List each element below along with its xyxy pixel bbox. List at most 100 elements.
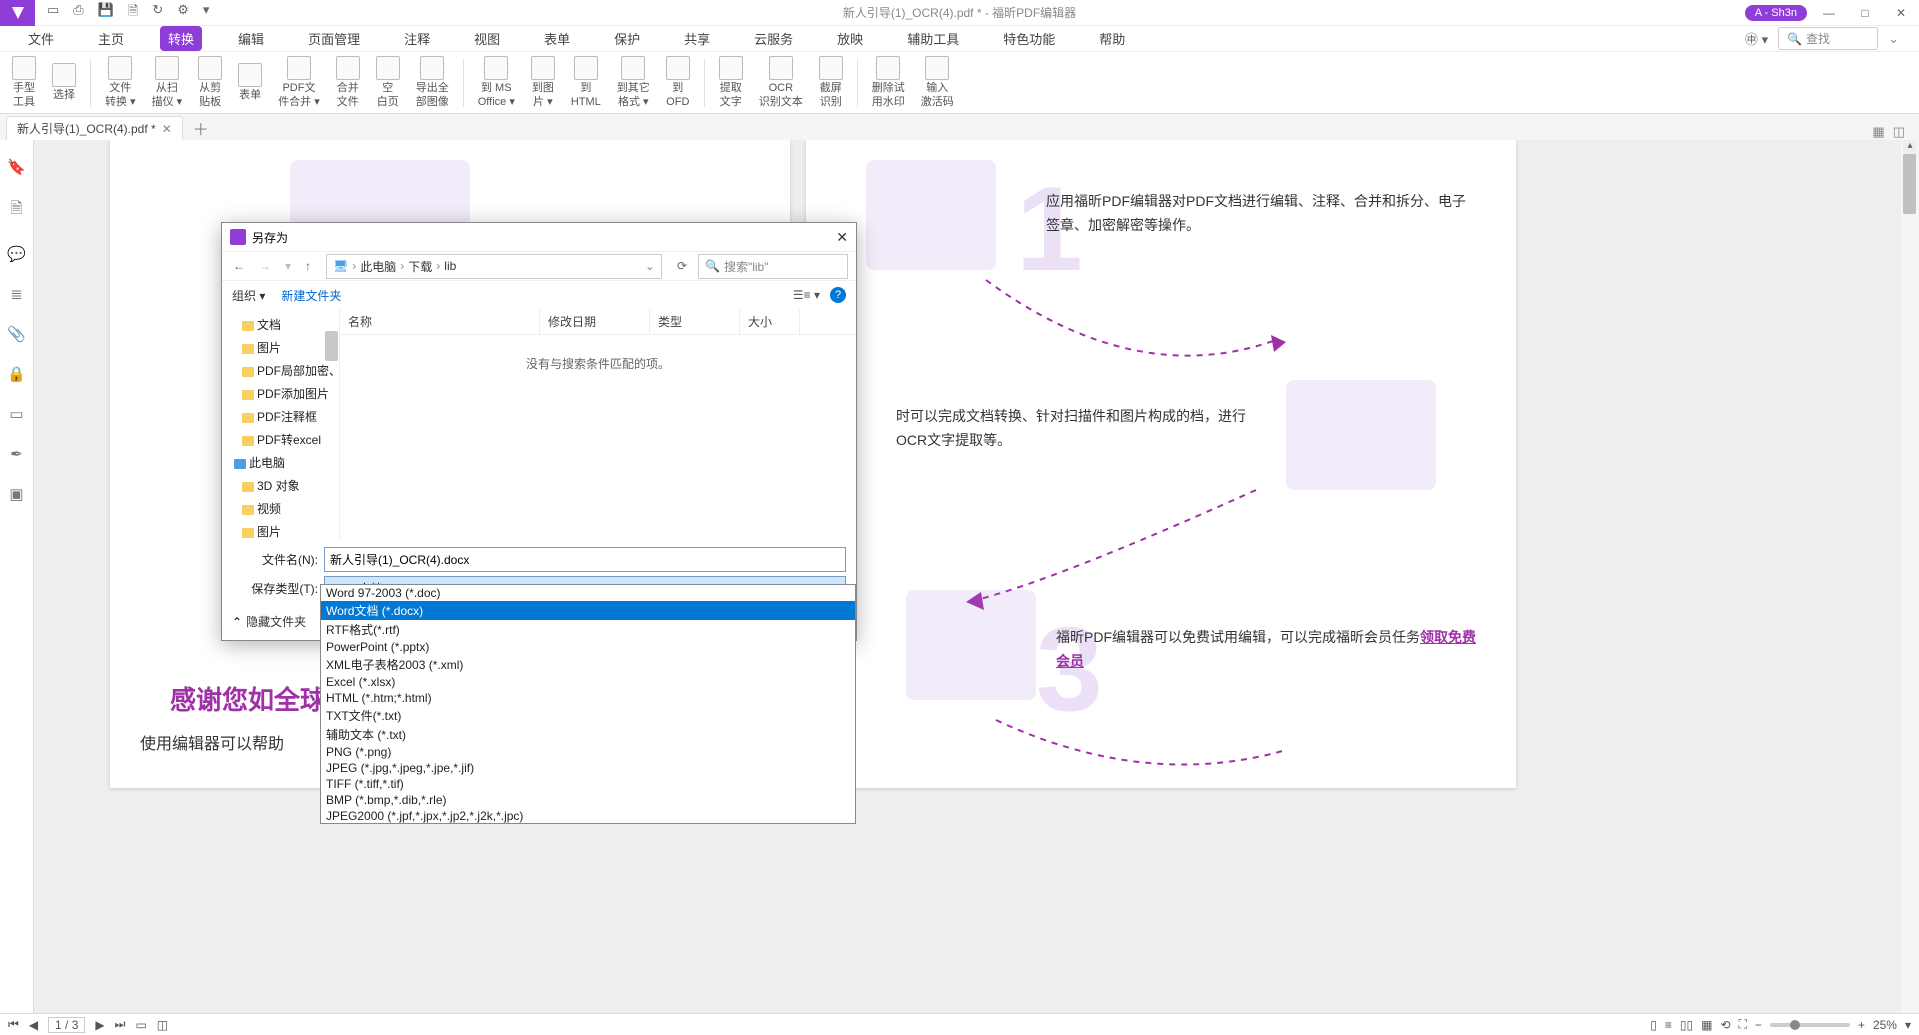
ribbon-button[interactable]: 合并 文件: [330, 54, 366, 112]
dialog-search[interactable]: 🔍 搜索"lib": [698, 254, 848, 279]
fullscreen-icon[interactable]: ⛶: [1739, 1017, 1747, 1032]
ribbon-button[interactable]: 到 MS Office ▾: [472, 54, 521, 112]
last-page-icon[interactable]: ⏭: [115, 1017, 126, 1032]
tree-item[interactable]: PDF局部加密、F: [224, 359, 337, 382]
bookmark-icon[interactable]: 🔖: [7, 158, 26, 176]
filetype-option[interactable]: BMP (*.bmp,*.dib,*.rle): [321, 792, 855, 808]
filetype-option[interactable]: TIFF (*.tiff,*.tif): [321, 776, 855, 792]
first-page-icon[interactable]: ⏮: [8, 1017, 19, 1032]
filetype-option[interactable]: JPEG2000 (*.jpf,*.jpx,*.jp2,*.j2k,*.jpc): [321, 808, 855, 824]
zoom-in-icon[interactable]: +: [1858, 1018, 1865, 1032]
menu-主页[interactable]: 主页: [90, 26, 132, 51]
rotate-icon[interactable]: ⟲: [1720, 1018, 1730, 1032]
nav-icon[interactable]: ▭: [135, 1018, 146, 1032]
dialog-title-bar[interactable]: 另存为 ✕: [222, 223, 856, 251]
new-folder-button[interactable]: 新建文件夹: [281, 287, 341, 304]
menu-表单[interactable]: 表单: [536, 26, 578, 51]
zoom-dropdown-icon[interactable]: ▾: [1905, 1018, 1911, 1032]
user-badge[interactable]: A - Sh3n: [1745, 5, 1807, 21]
refresh-icon[interactable]: ⟳: [674, 259, 690, 273]
filetype-option[interactable]: PNG (*.png): [321, 744, 855, 760]
filetype-dropdown[interactable]: Word 97-2003 (*.doc)Word文档 (*.docx)RTF格式…: [320, 584, 856, 824]
tree-scrollbar-thumb[interactable]: [325, 331, 338, 361]
dialog-close-button[interactable]: ✕: [836, 229, 848, 246]
add-tab-button[interactable]: ＋: [193, 116, 209, 140]
menu-overflow-icon[interactable]: ⌄: [1888, 31, 1899, 47]
ribbon-button[interactable]: 手型 工具: [6, 54, 42, 112]
hide-folders-button[interactable]: 隐藏文件夹: [246, 613, 306, 630]
vertical-scrollbar[interactable]: ▴: [1901, 140, 1919, 1013]
ribbon-button[interactable]: 从扫 描仪 ▾: [146, 54, 189, 112]
ribbon-button[interactable]: 选择: [46, 54, 82, 112]
ribbon-button[interactable]: 提取 文字: [713, 54, 749, 112]
close-tab-icon[interactable]: ✕: [162, 122, 172, 136]
menu-辅助工具[interactable]: 辅助工具: [899, 26, 967, 51]
file-list[interactable]: 名称 修改日期 类型 大小 没有与搜索条件匹配的项。: [340, 309, 856, 541]
path-segment[interactable]: 此电脑: [360, 258, 396, 275]
tree-item[interactable]: 视频: [224, 497, 337, 520]
path-dropdown-icon[interactable]: ⌄: [645, 259, 655, 273]
organize-menu[interactable]: 组织 ▾: [232, 287, 265, 304]
nav-icon[interactable]: ◫: [157, 1018, 168, 1032]
scrollbar-thumb[interactable]: [1903, 154, 1916, 214]
filetype-option[interactable]: RTF格式(*.rtf): [321, 620, 855, 639]
stamp-icon[interactable]: ▣: [9, 485, 23, 503]
print-icon[interactable]: ⎙: [73, 2, 83, 24]
path-segment[interactable]: 下载: [408, 258, 432, 275]
tree-item[interactable]: 3D 对象: [224, 474, 337, 497]
more-icon[interactable]: ▾: [203, 2, 210, 24]
ribbon-button[interactable]: 文件 转换 ▾: [99, 54, 142, 112]
tree-item[interactable]: PDF转excel: [224, 428, 337, 451]
nav-up-icon[interactable]: ↑: [302, 259, 314, 273]
ribbon-button[interactable]: OCR 识别文本: [753, 54, 809, 112]
layers-icon[interactable]: ≣: [10, 285, 23, 303]
view-continuous-icon[interactable]: ≡: [1665, 1018, 1672, 1032]
filetype-option[interactable]: 辅助文本 (*.txt): [321, 725, 855, 744]
view-split-icon[interactable]: ◫: [1893, 124, 1905, 140]
folder-tree[interactable]: 文档图片PDF局部加密、FPDF添加图片PDF注释框PDF转excel此电脑3D…: [222, 309, 340, 541]
ribbon-button[interactable]: 截屏 识别: [813, 54, 849, 112]
menu-共享[interactable]: 共享: [676, 26, 718, 51]
menu-转换[interactable]: 转换: [160, 26, 202, 51]
zoom-slider[interactable]: [1770, 1023, 1850, 1027]
menu-页面管理[interactable]: 页面管理: [300, 26, 368, 51]
ribbon-button[interactable]: 到其它 格式 ▾: [611, 54, 656, 112]
tree-item[interactable]: 图片: [224, 336, 337, 359]
signature-icon[interactable]: ✒: [10, 445, 23, 463]
view-continuous-facing-icon[interactable]: ▦: [1701, 1018, 1712, 1032]
filetype-option[interactable]: HTML (*.htm;*.html): [321, 690, 855, 706]
menu-文件[interactable]: 文件: [20, 26, 62, 51]
tree-item[interactable]: PDF添加图片: [224, 382, 337, 405]
security-icon[interactable]: 🔒: [7, 365, 26, 383]
filename-input[interactable]: 新人引导(1)_OCR(4).docx: [324, 547, 846, 572]
menu-帮助[interactable]: 帮助: [1091, 26, 1133, 51]
filetype-option[interactable]: TXT文件(*.txt): [321, 706, 855, 725]
help-icon[interactable]: ?: [830, 287, 846, 303]
path-breadcrumb[interactable]: 🖥 › 此电脑 › 下载 › lib ⌄: [326, 254, 662, 279]
ribbon-button[interactable]: 删除试 用水印: [866, 54, 911, 112]
menu-视图[interactable]: 视图: [466, 26, 508, 51]
view-single-icon[interactable]: ▯: [1650, 1018, 1657, 1032]
filetype-option[interactable]: Word 97-2003 (*.doc): [321, 585, 855, 601]
filetype-option[interactable]: Word文档 (*.docx): [321, 601, 855, 620]
redo-icon[interactable]: ↻: [152, 2, 163, 24]
attachments-icon[interactable]: 📎: [7, 325, 26, 343]
comments-icon[interactable]: 💬: [7, 245, 26, 263]
ribbon-button[interactable]: PDF文 件合并 ▾: [272, 54, 326, 112]
document-tab[interactable]: 新人引导(1)_OCR(4).pdf * ✕: [6, 116, 183, 140]
menu-编辑[interactable]: 编辑: [230, 26, 272, 51]
prev-page-icon[interactable]: ◀: [29, 1018, 38, 1032]
language-icon[interactable]: ㊥ ▾: [1745, 29, 1768, 48]
view-facing-icon[interactable]: ▯▯: [1680, 1018, 1693, 1032]
collapse-icon[interactable]: ▴: [1903, 140, 1917, 154]
menu-保护[interactable]: 保护: [606, 26, 648, 51]
menu-特色功能[interactable]: 特色功能: [995, 26, 1063, 51]
ribbon-button[interactable]: 到 HTML: [565, 54, 607, 112]
view-grid-icon[interactable]: ▦: [1872, 124, 1884, 140]
col-date[interactable]: 修改日期: [540, 309, 650, 334]
search-box[interactable]: 🔍 查找: [1778, 27, 1878, 50]
tree-item[interactable]: 文档: [224, 313, 337, 336]
page-indicator[interactable]: 1 / 3: [48, 1017, 85, 1033]
page-icon[interactable]: 🗎: [128, 2, 138, 24]
view-mode-icon[interactable]: ☰≡ ▾: [793, 288, 820, 302]
